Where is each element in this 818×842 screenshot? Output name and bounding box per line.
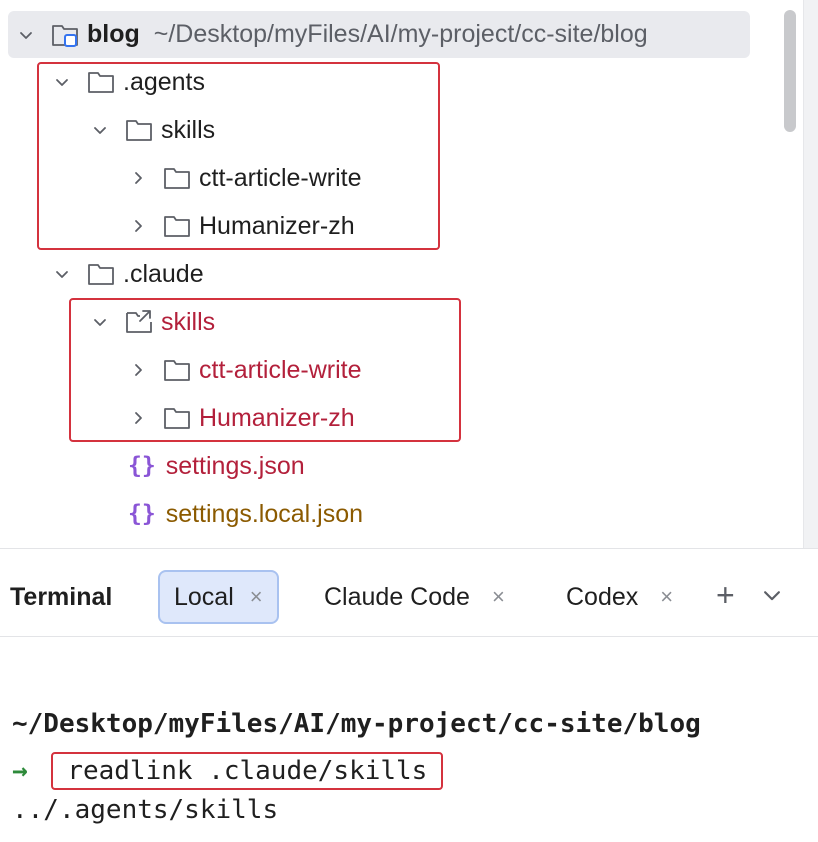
folder-icon — [86, 67, 116, 97]
chevron-down-icon[interactable] — [86, 116, 114, 144]
folder-icon — [162, 355, 192, 385]
chevron-right-icon[interactable] — [124, 356, 152, 384]
tree-row-claude[interactable]: .claude — [0, 251, 204, 297]
tree-row-claude-skill-1[interactable]: ctt-article-write — [0, 347, 362, 393]
folder-icon — [86, 259, 116, 289]
json-braces-icon: {} — [128, 501, 156, 527]
root-folder-path: ~/Desktop/myFiles/AI/my-project/cc-site/… — [153, 20, 648, 48]
folder-name: .claude — [123, 259, 204, 288]
terminal-tab-bar: Terminal Local × Claude Code × Codex × + — [0, 549, 818, 637]
terminal-panel: Terminal Local × Claude Code × Codex × +… — [0, 548, 818, 842]
close-icon[interactable]: × — [492, 584, 505, 610]
terminal-command: readlink .claude/skills — [51, 752, 444, 790]
tree-scrollbar[interactable] — [784, 10, 796, 132]
tab-claude-code[interactable]: Claude Code × — [310, 570, 519, 624]
tab-label: Claude Code — [324, 582, 470, 611]
chevron-down-icon[interactable] — [761, 584, 783, 606]
tree-row-agents-skills[interactable]: skills — [0, 107, 215, 153]
module-folder-icon — [50, 20, 80, 50]
file-name: settings.json — [165, 451, 305, 480]
project-tree-panel: blog ~/Desktop/myFiles/AI/my-project/cc-… — [0, 0, 818, 548]
chevron-down-icon[interactable] — [48, 260, 76, 288]
tab-label: Local — [174, 582, 234, 611]
folder-icon — [162, 403, 192, 433]
folder-name: ctt-article-write — [199, 355, 362, 384]
folder-icon — [124, 115, 154, 145]
json-braces-icon: {} — [128, 453, 156, 479]
folder-name: skills — [161, 115, 216, 144]
terminal-command-line: → readlink .claude/skills — [12, 752, 444, 790]
tree-row-agents-skill-2[interactable]: Humanizer-zh — [0, 203, 355, 249]
chevron-down-icon[interactable] — [86, 308, 114, 336]
tab-tools: + — [716, 579, 783, 611]
root-folder-name: blog — [87, 20, 140, 48]
folder-name: .agents — [123, 67, 206, 96]
chevron-right-icon[interactable] — [124, 212, 152, 240]
folder-name: skills — [161, 307, 216, 336]
folder-icon — [162, 211, 192, 241]
chevron-down-icon[interactable] — [48, 68, 76, 96]
tree-row-agents[interactable]: .agents — [0, 59, 205, 105]
terminal-command-output: ../.agents/skills — [12, 795, 279, 825]
tab-label: Codex — [566, 582, 639, 611]
chevron-down-icon[interactable] — [12, 21, 40, 49]
prompt-arrow: → — [12, 756, 28, 786]
tree-row-claude-skill-2[interactable]: Humanizer-zh — [0, 395, 355, 441]
tree-row-root[interactable]: blog ~/Desktop/myFiles/AI/my-project/cc-… — [8, 11, 750, 58]
file-name: settings.local.json — [165, 499, 364, 528]
terminal-cwd: ~/Desktop/myFiles/AI/my-project/cc-site/… — [12, 709, 701, 739]
symlink-folder-icon — [124, 307, 154, 337]
chevron-right-icon[interactable] — [124, 164, 152, 192]
add-tab-button[interactable]: + — [716, 579, 735, 611]
close-icon[interactable]: × — [660, 584, 673, 610]
tree-row-agents-skill-1[interactable]: ctt-article-write — [0, 155, 362, 201]
terminal-title: Terminal — [10, 583, 113, 611]
folder-icon — [162, 163, 192, 193]
tab-local[interactable]: Local × — [158, 570, 279, 624]
close-icon[interactable]: × — [250, 584, 263, 610]
tab-codex[interactable]: Codex × — [552, 570, 687, 624]
folder-name: Humanizer-zh — [199, 403, 355, 432]
tree-row-settings-local-json[interactable]: {} settings.local.json — [0, 491, 363, 537]
folder-name: ctt-article-write — [199, 163, 362, 192]
tree-row-claude-skills[interactable]: skills — [0, 299, 215, 345]
tree-row-settings-json[interactable]: {} settings.json — [0, 443, 305, 489]
folder-name: Humanizer-zh — [199, 211, 355, 240]
chevron-right-icon[interactable] — [124, 404, 152, 432]
